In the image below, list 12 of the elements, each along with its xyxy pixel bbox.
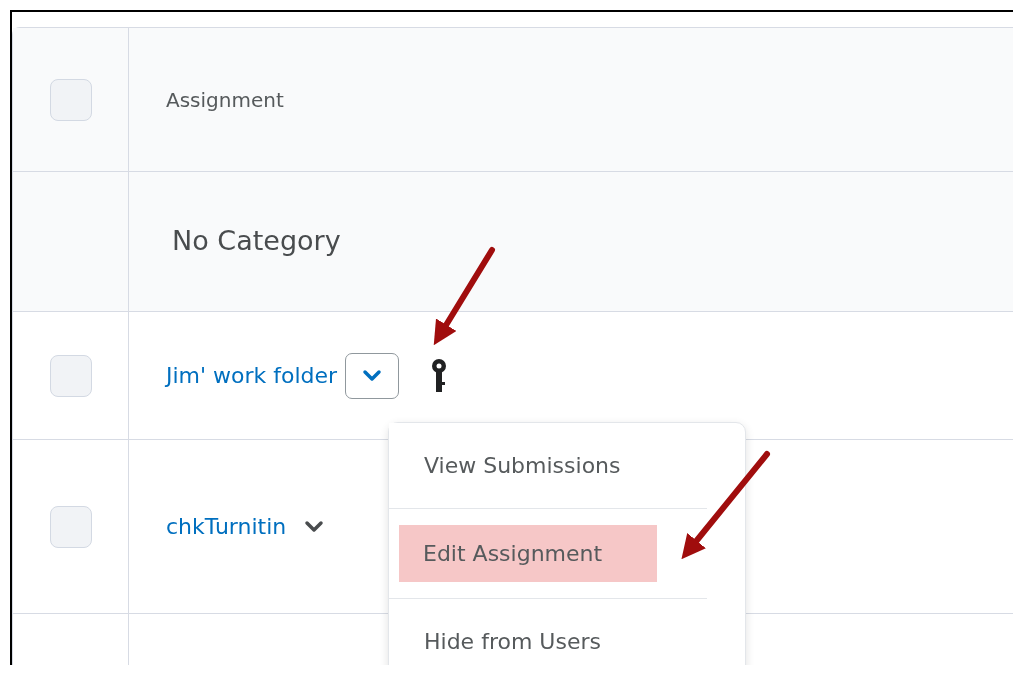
menu-item[interactable]: Edit Assignment <box>399 525 657 582</box>
assignment-link[interactable]: Jim' work folder <box>166 359 338 392</box>
checkbox[interactable] <box>49 505 92 548</box>
checkbox[interactable] <box>49 78 92 121</box>
chevron-down-icon <box>362 368 383 383</box>
chevron-down-icon <box>304 519 325 534</box>
checkbox[interactable] <box>49 354 92 397</box>
assignment-link[interactable]: chkTurnitin <box>166 510 287 543</box>
category-heading: No Category <box>171 224 341 259</box>
dropdown-button[interactable] <box>345 352 400 399</box>
menu-item[interactable]: View Submissions <box>389 423 707 509</box>
column-header: Assignment <box>166 86 284 114</box>
